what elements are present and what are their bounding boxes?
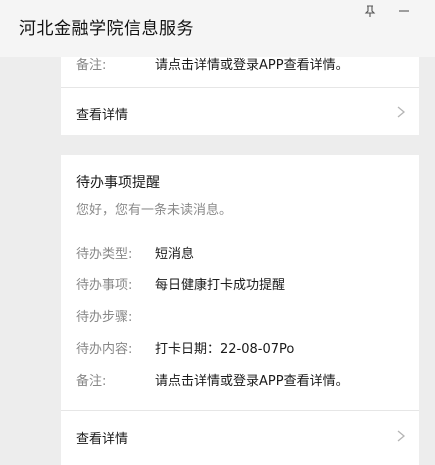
field-value-remark: 请点击详情或登录APP查看详情。 bbox=[155, 374, 349, 389]
message-card-previous: 备注: 请点击详情或登录APP查看详情。 查看详情 bbox=[61, 57, 419, 135]
pin-icon[interactable] bbox=[363, 4, 377, 18]
message-list[interactable]: 备注: 请点击详情或登录APP查看详情。 查看详情 待办事项提醒 您好，您有一条… bbox=[0, 57, 435, 465]
field-label-type: 待办类型: bbox=[76, 247, 133, 262]
field-label-remark: 备注: bbox=[76, 58, 107, 73]
field-label-item: 待办事项: bbox=[76, 278, 133, 293]
chevron-right-icon[interactable] bbox=[396, 104, 406, 118]
field-value-item: 每日健康打卡成功提醒 bbox=[155, 278, 286, 293]
card-title: 待办事项提醒 bbox=[76, 175, 160, 191]
minimize-icon[interactable] bbox=[397, 4, 411, 18]
app-title: 河北金融学院信息服务 bbox=[19, 19, 194, 39]
field-value-remark: 请点击详情或登录APP查看详情。 bbox=[155, 58, 349, 73]
view-details-link[interactable]: 查看详情 bbox=[76, 104, 128, 123]
field-value-content: 打卡日期：22-08-07Po bbox=[155, 342, 295, 357]
card-subtitle: 您好，您有一条未读消息。 bbox=[76, 203, 233, 218]
field-label-content: 待办内容: bbox=[76, 342, 133, 357]
divider bbox=[61, 87, 419, 88]
field-label-step: 待办步骤: bbox=[76, 310, 133, 325]
field-label-remark: 备注: bbox=[76, 374, 107, 389]
title-bar: 河北金融学院信息服务 bbox=[0, 0, 435, 57]
divider bbox=[61, 410, 419, 411]
chevron-right-icon[interactable] bbox=[396, 428, 406, 442]
message-card-todo: 待办事项提醒 您好，您有一条未读消息。 待办类型: 短消息 待办事项: 每日健康… bbox=[61, 155, 419, 465]
view-details-link[interactable]: 查看详情 bbox=[76, 428, 128, 447]
field-value-type: 短消息 bbox=[155, 247, 195, 262]
